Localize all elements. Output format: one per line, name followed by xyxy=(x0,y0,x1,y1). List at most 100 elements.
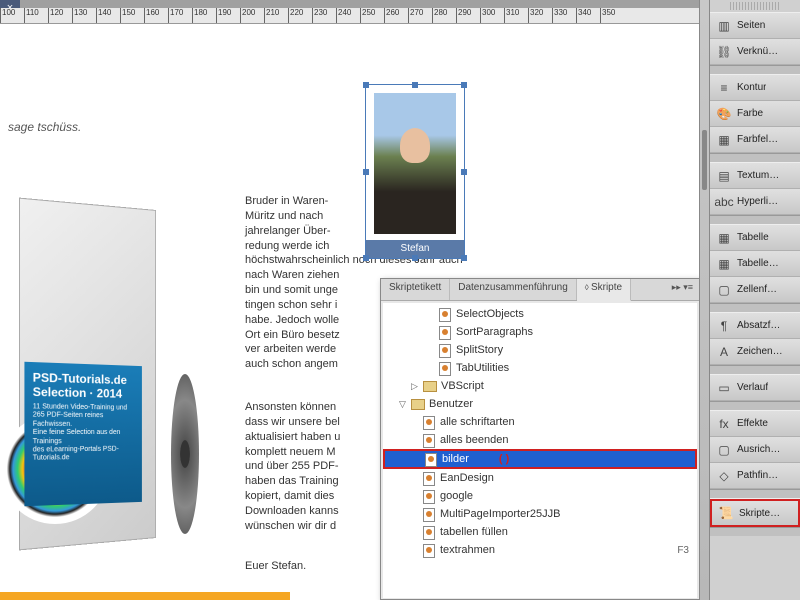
script-sortparagraphs[interactable]: SortParagraphs xyxy=(383,323,697,341)
panel-label: Textum… xyxy=(737,170,779,181)
tree-toggle-icon[interactable]: ▽ xyxy=(399,399,409,410)
scripts-panel-tabs: SkriptetikettDatenzusammenführungSkripte… xyxy=(381,279,699,301)
panel-button-scripts[interactable]: 📜Skripte… xyxy=(710,499,800,527)
script-multipageimporter25jjb[interactable]: MultiPageImporter25JJB xyxy=(383,505,697,523)
panel-button-hyperlinks[interactable]: abcHyperli… xyxy=(710,189,800,215)
script-textrahmen[interactable]: textrahmenF3 xyxy=(383,541,697,559)
folder-benutzer[interactable]: ▽ Benutzer xyxy=(383,395,697,413)
ruler-tick: 270 xyxy=(408,8,432,23)
panel-label: Seiten xyxy=(737,20,765,31)
ruler-tick: 200 xyxy=(240,8,264,23)
panel-button-character-styles[interactable]: AZeichen… xyxy=(710,339,800,365)
tab-skripte[interactable]: Skripte xyxy=(577,279,631,301)
ruler-tick: 120 xyxy=(48,8,72,23)
swatches-icon: ▦ xyxy=(716,132,732,148)
links-icon: ⛓ xyxy=(716,44,732,60)
tree-item-label: tabellen füllen xyxy=(440,526,508,538)
dock-grip[interactable] xyxy=(730,2,780,10)
panel-button-pages[interactable]: ▥Seiten xyxy=(710,13,800,39)
scripts-tree[interactable]: SelectObjects SortParagraphs SplitStory Tab… xyxy=(383,303,697,598)
script-alle-schriftarten[interactable]: alle schriftarten xyxy=(383,413,697,431)
photo-placeholder xyxy=(374,93,456,234)
panel-button-paragraph-styles[interactable]: ¶Absatzf… xyxy=(710,313,800,339)
resize-handle[interactable] xyxy=(461,169,467,175)
resize-handle[interactable] xyxy=(461,82,467,88)
ruler-tick: 220 xyxy=(288,8,312,23)
table-icon: ▦ xyxy=(716,230,732,246)
script-icon xyxy=(423,526,435,538)
resize-handle[interactable] xyxy=(363,82,369,88)
ruler-tick: 340 xyxy=(576,8,600,23)
table-styles-icon: ▦ xyxy=(716,256,732,272)
tree-item-label: SplitStory xyxy=(456,344,503,356)
ruler-tick: 290 xyxy=(456,8,480,23)
ruler-horizontal[interactable]: 1001101201301401501601701801902002102202… xyxy=(0,8,700,24)
selected-image-frame[interactable]: Stefan xyxy=(365,84,465,259)
panel-button-effects[interactable]: fx Effekte xyxy=(710,411,800,437)
panel-button-text-wrap[interactable]: ▤ Textum… xyxy=(710,163,800,189)
panel-button-table[interactable]: ▦ Tabelle xyxy=(710,225,800,251)
panel-button-cell-styles[interactable]: ▢Zellenf… xyxy=(710,277,800,303)
effects-icon: fx xyxy=(716,416,732,432)
panel-button-table-styles[interactable]: ▦Tabelle… xyxy=(710,251,800,277)
shortcut-label: F3 xyxy=(677,545,689,556)
panel-button-links[interactable]: ⛓ Verknü… xyxy=(710,39,800,65)
panel-label: Tabelle xyxy=(737,232,769,243)
panel-button-gradient[interactable]: ▭Verlauf xyxy=(710,375,800,401)
script-selectobjects[interactable]: SelectObjects xyxy=(383,305,697,323)
resize-handle[interactable] xyxy=(412,255,418,261)
script-tabellen-füllen[interactable]: tabellen füllen xyxy=(383,523,697,541)
script-splitstory[interactable]: SplitStory xyxy=(383,341,697,359)
signoff-text: Euer Stefan. xyxy=(245,560,306,572)
body-text-2: Ansonsten können dass wir unsere bel akt… xyxy=(245,400,385,534)
resize-handle[interactable] xyxy=(412,82,418,88)
panel-button-swatches[interactable]: ▦ Farbfel… xyxy=(710,127,800,153)
tree-toggle-icon[interactable]: ▷ xyxy=(411,381,421,392)
panel-button-color[interactable]: 🎨Farbe xyxy=(710,101,800,127)
script-icon xyxy=(423,544,435,556)
panel-label: Verknü… xyxy=(737,46,778,57)
text-wrap-icon: ▤ xyxy=(716,168,732,184)
tree-item-label: alle schriftarten xyxy=(440,416,515,428)
scripts-panel[interactable]: SkriptetikettDatenzusammenführungSkripte… xyxy=(380,278,700,600)
align-icon: ▢ xyxy=(716,442,732,458)
panel-label: Farbfel… xyxy=(737,134,778,145)
tab-skriptetikett[interactable]: Skriptetikett xyxy=(381,279,450,300)
panel-menu-icon[interactable]: ▸▸ ▾≡ xyxy=(666,279,699,300)
script-icon xyxy=(439,308,451,320)
tree-item-label: Benutzer xyxy=(429,398,473,410)
script-icon xyxy=(423,508,435,520)
panel-label: Skripte… xyxy=(739,508,780,519)
script-bilder[interactable]: bilder( ) xyxy=(383,449,697,469)
script-tabutilities[interactable]: TabUtilities xyxy=(383,359,697,377)
ruler-tick: 140 xyxy=(96,8,120,23)
resize-handle[interactable] xyxy=(363,169,369,175)
tab-datenzusammenführung[interactable]: Datenzusammenführung xyxy=(450,279,577,300)
gradient-icon: ▭ xyxy=(716,380,732,396)
panel-button-stroke[interactable]: ≡Kontur xyxy=(710,75,800,101)
script-icon xyxy=(439,362,451,374)
script-icon xyxy=(423,472,435,484)
ruler-tick: 100 xyxy=(0,8,24,23)
panel-label: Effekte xyxy=(737,418,768,429)
panel-label: Zellenf… xyxy=(737,284,777,295)
ruler-tick: 350 xyxy=(600,8,624,23)
tree-item-label: SortParagraphs xyxy=(456,326,533,338)
ruler-tick: 260 xyxy=(384,8,408,23)
ruler-tick: 320 xyxy=(528,8,552,23)
folder-vbscript[interactable]: ▷VBScript xyxy=(383,377,697,395)
tree-item-label: EanDesign xyxy=(440,472,494,484)
panel-button-pathfinder[interactable]: ◇Pathfin… xyxy=(710,463,800,489)
resize-handle[interactable] xyxy=(363,255,369,261)
collapsed-panel-strip[interactable] xyxy=(699,0,709,600)
resize-handle[interactable] xyxy=(461,255,467,261)
script-google[interactable]: google xyxy=(383,487,697,505)
script-eandesign[interactable]: EanDesign xyxy=(383,469,697,487)
ruler-tick: 150 xyxy=(120,8,144,23)
script-alles-beenden[interactable]: alles beenden xyxy=(383,431,697,449)
script-icon xyxy=(423,434,435,446)
tree-item-label: google xyxy=(440,490,473,502)
panel-label: Zeichen… xyxy=(737,346,783,357)
panel-button-align[interactable]: ▢Ausrich… xyxy=(710,437,800,463)
script-icon xyxy=(423,490,435,502)
